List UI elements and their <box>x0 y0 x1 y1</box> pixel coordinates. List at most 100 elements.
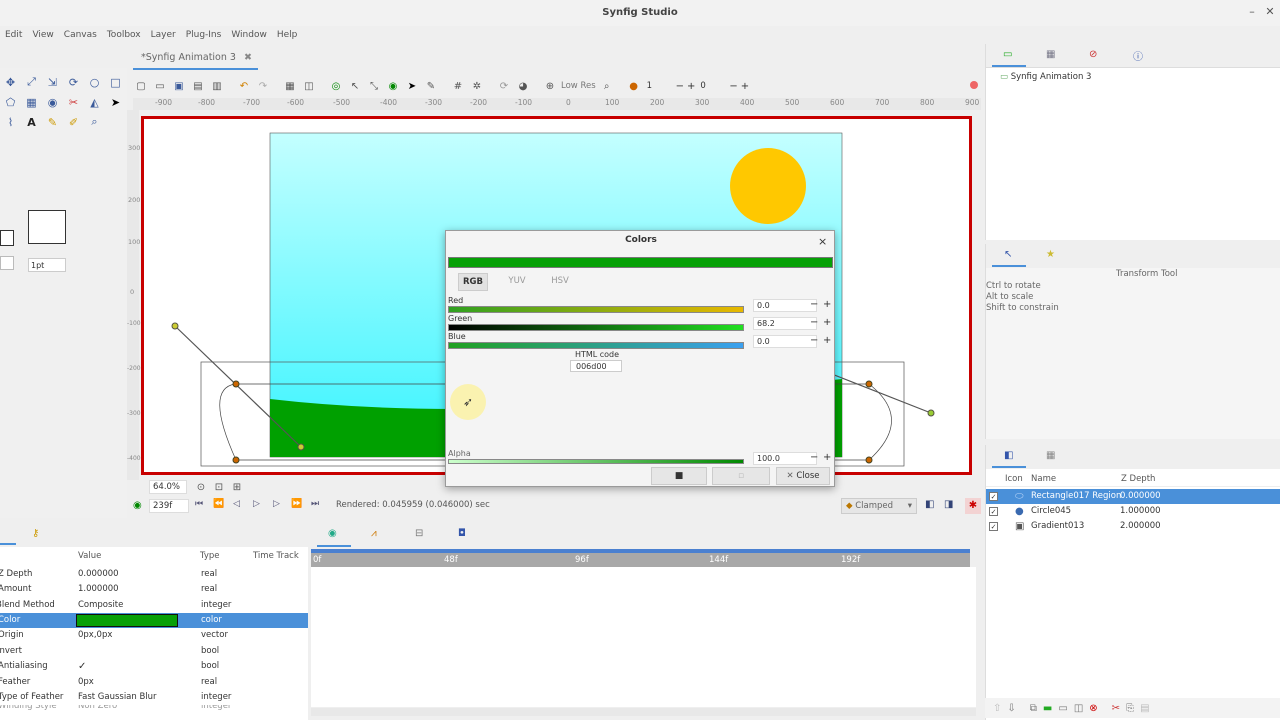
zoom-field[interactable]: 64.0% <box>149 480 187 494</box>
toggle-render-icon[interactable]: ◕ <box>515 78 531 94</box>
param-row[interactable]: Blend Method Composite integer <box>0 598 308 613</box>
menu-canvas[interactable]: Canvas <box>59 30 102 40</box>
paste-layer-icon[interactable]: ▤ <box>1140 703 1149 714</box>
param-row[interactable]: Type of Feather Fast Gaussian Blur integ… <box>0 690 308 705</box>
canvas-browser-tab-icon[interactable]: ▭ <box>1003 49 1012 60</box>
stop-render-icon[interactable] <box>970 81 978 89</box>
current-frame-field[interactable]: 239f <box>149 499 189 513</box>
delete-layer-icon[interactable]: ⊗ <box>1089 703 1097 714</box>
menu-help[interactable]: Help <box>272 30 303 40</box>
outline-color-swatch[interactable] <box>0 230 14 246</box>
param-value[interactable]: 0px,0px <box>78 628 112 643</box>
radius-handles-icon[interactable]: ◉ <box>385 78 401 94</box>
save-all-icon[interactable]: ▥ <box>209 78 225 94</box>
onion-skin-icon[interactable]: ● <box>626 78 642 94</box>
menu-layer[interactable]: Layer <box>146 30 181 40</box>
tab-rgb[interactable]: RGB <box>458 273 488 291</box>
tool-options-tab-icon[interactable]: ↖ <box>1004 249 1012 260</box>
param-row[interactable]: Feather 0px real <box>0 675 308 690</box>
text-tool-icon[interactable]: A <box>21 112 42 132</box>
antialiasing-check-icon[interactable]: ✓ <box>78 659 86 674</box>
future-frames-field[interactable]: 0 <box>698 81 726 91</box>
layer-visibility-checkbox[interactable]: ✓ <box>989 507 998 516</box>
param-value[interactable]: 0.000000 <box>78 567 119 582</box>
keyframe-lock-icon[interactable]: ◧ <box>925 499 934 510</box>
position-handles-icon[interactable]: ↖ <box>347 78 363 94</box>
transform-tool-icon[interactable]: ✥ <box>0 72 21 92</box>
save-as-icon[interactable]: ▤ <box>190 78 206 94</box>
sketch-tool-icon[interactable]: ✐ <box>63 112 84 132</box>
blue-decrement[interactable]: − <box>810 335 818 347</box>
blue-increment[interactable]: + <box>823 335 831 347</box>
save-icon[interactable]: ▣ <box>171 78 187 94</box>
group-layer-icon[interactable]: ▬ <box>1043 703 1052 714</box>
zoom-tool-icon[interactable]: ⌕ <box>84 112 105 132</box>
timetrack-area[interactable] <box>311 567 976 707</box>
fill-tool-icon[interactable]: ◉ <box>42 92 63 112</box>
param-row[interactable]: Z Depth 0.000000 real <box>0 567 308 582</box>
fill-color-swatch[interactable] <box>28 210 66 244</box>
cut-tool-icon[interactable]: ✂ <box>63 92 84 112</box>
interpolation-select[interactable]: ◆ Clamped ▾ <box>841 498 917 514</box>
red-value-field[interactable]: 0.0 <box>753 299 817 312</box>
menu-plugins[interactable]: Plug-Ins <box>181 30 227 40</box>
circle-tool-icon[interactable]: ○ <box>84 72 105 92</box>
seek-begin-icon[interactable]: ⏮ <box>195 499 203 509</box>
alpha-increment[interactable]: + <box>823 452 831 464</box>
preview-icon[interactable]: ◫ <box>301 78 317 94</box>
layer-visibility-checkbox[interactable]: ✓ <box>989 522 998 531</box>
timeline-ruler[interactable]: 0f 48f 96f 144f 192f <box>311 549 970 567</box>
past-frames-plus[interactable]: + <box>687 81 695 92</box>
param-row[interactable]: Origin 0px,0px vector <box>0 628 308 643</box>
gradient-swatch[interactable] <box>0 256 14 270</box>
html-code-field[interactable]: 006d00 <box>570 360 622 372</box>
library-tab-icon[interactable]: ▦ <box>1046 49 1055 60</box>
curves-tab-icon[interactable]: ⩘ <box>371 528 377 539</box>
encapsulate-icon[interactable]: ◫ <box>1074 703 1083 714</box>
alpha-slider[interactable] <box>448 459 744 464</box>
render-icon[interactable]: ▦ <box>282 78 298 94</box>
timetrack-scrollbar[interactable] <box>311 708 976 716</box>
seek-next-frame-icon[interactable]: ▷ <box>273 499 280 509</box>
param-row[interactable]: Winding Style Non Zero integer <box>0 705 308 715</box>
quality-zoom-icon[interactable]: ⌕ <box>599 78 615 94</box>
smooth-move-icon[interactable]: ⤢ <box>21 72 42 92</box>
scale-tool-icon[interactable]: ⇲ <box>42 72 63 92</box>
past-frames-field[interactable]: 1 <box>645 81 673 91</box>
animation-mode-icon[interactable]: ◉ <box>133 500 142 511</box>
folder-icon[interactable]: ▭ <box>1058 703 1067 714</box>
new-file-icon[interactable]: ▢ <box>133 78 149 94</box>
green-increment[interactable]: + <box>823 317 831 329</box>
param-value[interactable]: Composite <box>78 598 123 613</box>
green-decrement[interactable]: − <box>810 317 818 329</box>
grid-icon[interactable]: # <box>450 78 466 94</box>
sound-tab-icon[interactable]: ◘ <box>458 528 466 539</box>
param-value[interactable]: 1.000000 <box>78 582 119 597</box>
timetrack-tab-icon[interactable]: ◉ <box>328 528 337 539</box>
tab-yuv[interactable]: YUV <box>502 273 532 291</box>
layer-row[interactable]: ✓ ● Circle045 1.000000 <box>986 504 1280 519</box>
close-tab-icon[interactable]: ✖ <box>244 52 252 63</box>
gradient-tool-icon[interactable]: ▦ <box>21 92 42 112</box>
mirror-tool-icon[interactable]: ◭ <box>84 92 105 112</box>
past-frames-minus[interactable]: − <box>676 81 684 92</box>
future-frames-minus[interactable]: − <box>729 81 737 92</box>
spline-tool-icon[interactable]: ⌇ <box>0 112 21 132</box>
dialog-close-icon[interactable]: × <box>818 235 827 248</box>
zoom-extents-icon[interactable]: ⊞ <box>229 479 245 495</box>
red-increment[interactable]: + <box>823 299 831 311</box>
raise-layer-icon[interactable]: ⇧ <box>993 703 1001 714</box>
undo-icon[interactable]: ↶ <box>236 78 252 94</box>
minimize-button[interactable]: – <box>1244 4 1260 20</box>
red-slider[interactable] <box>448 306 744 313</box>
menu-window[interactable]: Window <box>226 30 272 40</box>
rectangle-tool-icon[interactable]: □ <box>105 72 126 92</box>
green-slider[interactable] <box>448 324 744 331</box>
color-value-swatch[interactable] <box>76 614 178 627</box>
tangent-handles-icon[interactable]: ⤡ <box>366 78 382 94</box>
document-tab[interactable]: *Synfig Animation 3 ✖ <box>133 48 260 68</box>
open-file-icon[interactable]: ▭ <box>152 78 168 94</box>
brush-width-field[interactable]: 1pt <box>28 258 66 272</box>
layer-row[interactable]: ✓ ⬭ Rectangle017 Region 0.000000 <box>986 489 1280 504</box>
bone-icon[interactable]: ✎ <box>423 78 439 94</box>
